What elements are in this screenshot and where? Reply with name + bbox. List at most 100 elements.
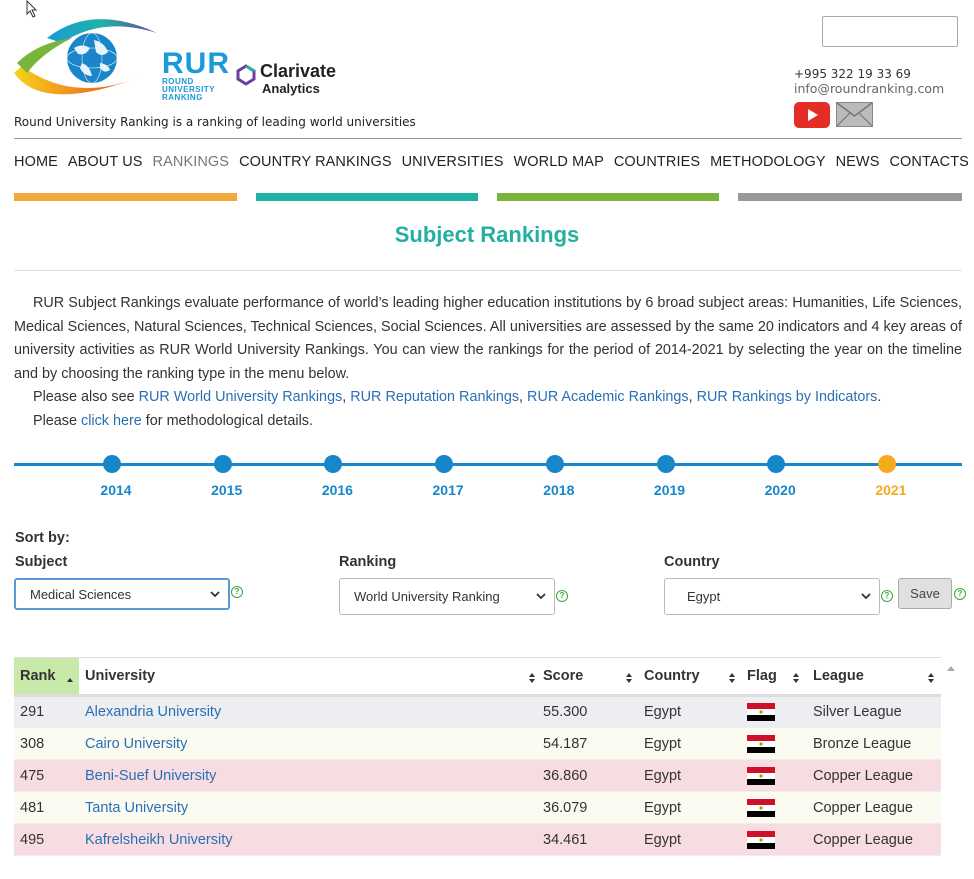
clarivate-text: Clarivate — [260, 61, 337, 81]
nav-countries[interactable]: COUNTRIES — [614, 154, 700, 170]
color-bar — [738, 193, 962, 201]
ranking-label: Ranking — [339, 554, 397, 570]
nav-news[interactable]: NEWS — [836, 154, 880, 170]
cell-rank: 495 — [14, 823, 79, 856]
methodology-line: Please click here for methodological det… — [14, 410, 962, 434]
nav-home[interactable]: HOME — [14, 154, 58, 170]
timeline-dot-2019[interactable] — [656, 455, 675, 473]
cell-league: Copper League — [807, 823, 941, 856]
timeline-dot-2015[interactable] — [213, 455, 232, 473]
university-link[interactable]: Cairo University — [85, 736, 187, 752]
university-link[interactable]: Alexandria University — [85, 704, 221, 720]
university-link[interactable]: Beni-Suef University — [85, 768, 216, 784]
cell-rank: 481 — [14, 791, 79, 824]
rankings-table-wrap: Rank University Score Country Flag Leagu… — [14, 657, 941, 856]
nav-about-us[interactable]: ABOUT US — [68, 154, 143, 170]
contact-email-link[interactable]: info@roundranking.com — [794, 81, 944, 96]
timeline-year-2020[interactable]: 2020 — [750, 482, 810, 498]
color-bar — [256, 193, 478, 201]
col-country-label: Country — [644, 668, 700, 684]
help-icon[interactable]: ? — [954, 588, 966, 600]
col-country-header[interactable]: Country — [638, 657, 741, 697]
timeline-dot-2018[interactable] — [545, 455, 564, 473]
timeline-year-2021[interactable]: 2021 — [861, 482, 921, 498]
cell-university: Cairo University — [79, 727, 537, 760]
nav-rankings[interactable]: RANKINGS — [153, 154, 230, 170]
university-link[interactable]: Kafrelsheikh University — [85, 832, 232, 848]
chevron-down-icon — [861, 593, 871, 600]
egypt-flag-icon — [747, 766, 775, 785]
chevron-down-icon — [210, 591, 220, 598]
university-link[interactable]: Tanta University — [85, 800, 188, 816]
col-flag-header[interactable]: Flag — [741, 657, 807, 697]
help-icon[interactable]: ? — [881, 590, 893, 602]
link-reputation-rankings[interactable]: RUR Reputation Rankings — [350, 389, 519, 405]
cell-score: 55.300 — [537, 695, 638, 728]
cell-rank: 475 — [14, 759, 79, 792]
timeline-dot-2021[interactable] — [877, 455, 896, 473]
timeline-dot-2017[interactable] — [435, 455, 454, 473]
search-input[interactable] — [822, 16, 958, 47]
timeline-year-2014[interactable]: 2014 — [86, 482, 146, 498]
link-academic-rankings[interactable]: RUR Academic Rankings — [527, 389, 689, 405]
help-icon[interactable]: ? — [231, 586, 243, 598]
egypt-flag-icon — [747, 830, 775, 849]
timeline-year-2015[interactable]: 2015 — [197, 482, 257, 498]
timeline-dot-2014[interactable] — [103, 455, 121, 473]
save-button[interactable]: Save — [898, 578, 952, 609]
cell-league: Copper League — [807, 791, 941, 824]
chevron-down-icon — [536, 593, 546, 600]
rur-wordmark[interactable]: RUR ROUND UNIVERSITY RANKING — [162, 49, 230, 102]
country-select[interactable]: Egypt — [664, 578, 880, 615]
egypt-flag-icon — [747, 703, 775, 721]
timeline-dot-2020[interactable] — [767, 455, 786, 473]
cell-score: 36.860 — [537, 759, 638, 792]
subject-select[interactable]: Medical Sciences — [14, 578, 230, 610]
col-university-label: University — [85, 668, 156, 684]
nav-contacts[interactable]: CONTACTS — [889, 154, 968, 170]
col-score-header[interactable]: Score — [537, 657, 638, 697]
col-rank-header[interactable]: Rank — [14, 657, 79, 697]
col-university-header[interactable]: University — [79, 657, 537, 697]
cell-country: Egypt — [638, 695, 741, 728]
click-here-link[interactable]: click here — [81, 413, 142, 429]
cell-country: Egypt — [638, 791, 741, 824]
rur-globe-logo-icon[interactable] — [12, 8, 162, 108]
nav-universities[interactable]: UNIVERSITIES — [402, 154, 504, 170]
cell-university: Kafrelsheikh University — [79, 823, 537, 856]
header-divider — [14, 138, 962, 139]
timeline-dot-2016[interactable] — [324, 455, 343, 473]
cell-flag — [741, 727, 807, 760]
mail-icon[interactable] — [836, 102, 873, 127]
cell-country: Egypt — [638, 759, 741, 792]
timeline-year-2016[interactable]: 2016 — [307, 482, 367, 498]
help-icon[interactable]: ? — [556, 590, 568, 602]
scroll-up-arrow-icon[interactable] — [946, 664, 956, 672]
nav-country-rankings[interactable]: COUNTRY RANKINGS — [239, 154, 392, 170]
cell-country: Egypt — [638, 823, 741, 856]
sort-both-icon — [626, 673, 632, 683]
link-rankings-by-indicators[interactable]: RUR Rankings by Indicators — [697, 389, 878, 405]
nav-color-bars — [14, 193, 962, 201]
table-row: 291 Alexandria University 55.300 Egypt Silve… — [14, 695, 941, 728]
col-league-header[interactable]: League — [807, 657, 941, 697]
nav-methodology[interactable]: METHODOLOGY — [710, 154, 826, 170]
method-prefix: Please — [33, 412, 81, 429]
ranking-select[interactable]: World University Ranking — [339, 578, 555, 615]
ranking-select-value: World University Ranking — [354, 589, 500, 604]
cell-score: 54.187 — [537, 727, 638, 760]
country-select-value: Egypt — [687, 589, 721, 604]
timeline-year-2018[interactable]: 2018 — [529, 482, 589, 498]
page-title: Subject Rankings — [394, 222, 580, 247]
timeline-year-2017[interactable]: 2017 — [418, 482, 478, 498]
link-world-university-rankings[interactable]: RUR World University Rankings — [139, 389, 343, 405]
sort-asc-icon — [67, 678, 73, 682]
nav-world-map[interactable]: WORLD MAP — [514, 154, 604, 170]
col-rank-label: Rank — [20, 668, 56, 684]
col-league-label: League — [813, 668, 864, 684]
table-row: 481 Tanta University 36.079 Egypt Copper Lea… — [14, 791, 941, 824]
youtube-icon[interactable] — [794, 102, 830, 128]
timeline-year-2019[interactable]: 2019 — [640, 482, 700, 498]
cell-flag — [741, 823, 807, 856]
rankings-table: Rank University Score Country Flag Leagu… — [14, 657, 941, 856]
